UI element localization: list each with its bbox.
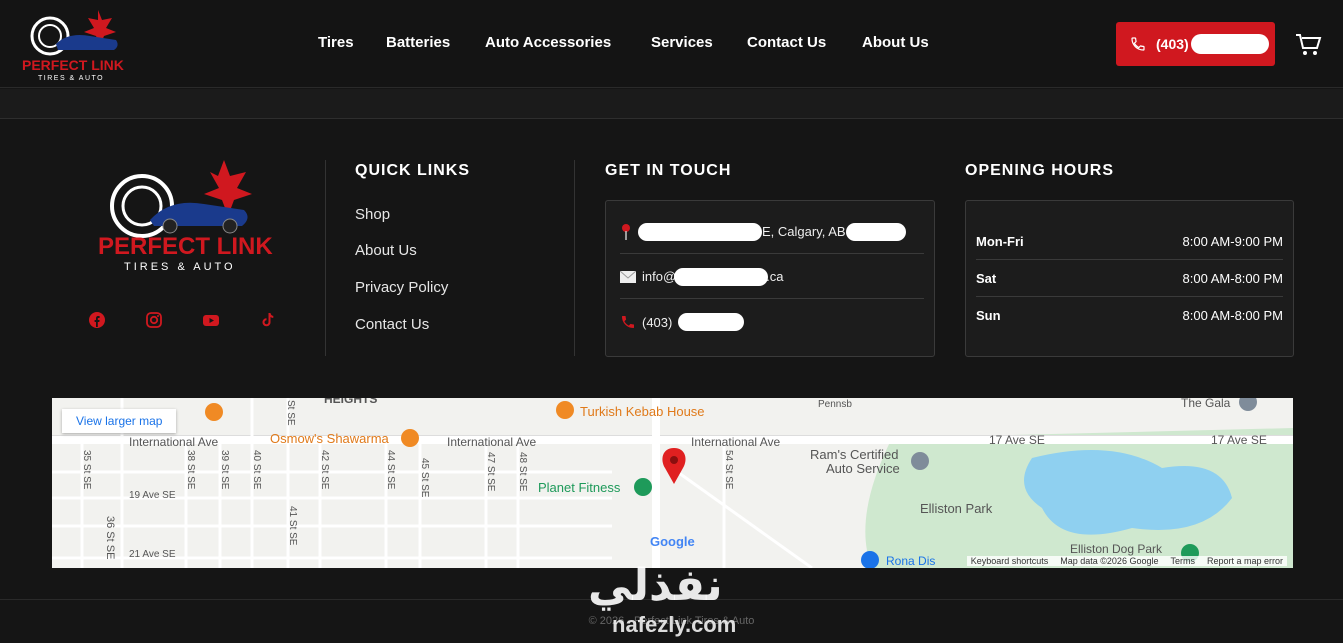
- quick-link-privacy-policy[interactable]: Privacy Policy: [355, 279, 448, 296]
- site-header: PERFECT LINK TIRES & AUTO Tires Batterie…: [0, 0, 1343, 88]
- site-footer: PERFECT LINK TIRES & AUTO QUICK LINKS Sh…: [0, 120, 1343, 600]
- footer-logo[interactable]: PERFECT LINK TIRES & AUTO: [92, 158, 277, 278]
- email-prefix: info@: [642, 269, 677, 284]
- street-label: 35 St SE: [81, 450, 92, 490]
- map-label: International Ave: [691, 435, 781, 449]
- street-label: 41 St SE: [287, 506, 298, 546]
- facebook-icon[interactable]: [88, 311, 106, 329]
- map-attribution: Keyboard shortcuts Map data ©2026 Google…: [966, 556, 1287, 566]
- contact-box: E, Calgary, AB info@ .ca (403): [605, 200, 935, 357]
- hours-day: Sun: [976, 307, 1001, 323]
- embedded-map[interactable]: View larger map HEIGHTS Turkish Kebab Ho…: [52, 398, 1293, 568]
- keyboard-shortcuts-link[interactable]: Keyboard shortcuts: [971, 556, 1049, 566]
- street-label: 38 St SE: [185, 450, 196, 490]
- view-larger-map-link[interactable]: View larger map: [62, 409, 177, 433]
- street-label: 42 St SE: [319, 450, 330, 490]
- map-label: Turkish Kebab House: [580, 404, 705, 419]
- hours-time: 8:00 AM-8:00 PM: [1182, 307, 1283, 323]
- header-strip: [0, 89, 1343, 119]
- street-label: 47 St SE: [485, 452, 496, 492]
- street-label: 39 St SE: [219, 450, 230, 490]
- map-label: International Ave: [447, 435, 537, 449]
- hours-row: Sun 8:00 AM-8:00 PM: [976, 297, 1283, 333]
- hours-row: Mon-Fri 8:00 AM-9:00 PM: [976, 224, 1283, 260]
- hours-row: Sat 8:00 AM-8:00 PM: [976, 261, 1283, 297]
- phone-row[interactable]: (403): [620, 300, 924, 344]
- get-in-touch-title: GET IN TOUCH: [605, 162, 732, 179]
- nav-tires[interactable]: Tires: [318, 34, 354, 51]
- redacted: [638, 222, 762, 241]
- nav-batteries[interactable]: Batteries: [386, 34, 450, 51]
- quick-link-contact-us[interactable]: Contact Us: [355, 316, 429, 333]
- nav-auto-accessories[interactable]: Auto Accessories: [485, 34, 611, 51]
- cart-icon[interactable]: [1294, 30, 1322, 58]
- phone-icon: [1131, 37, 1145, 51]
- map-label: Elliston Dog Park: [1070, 542, 1163, 556]
- map-label: 17 Ave SE: [1211, 433, 1267, 447]
- street-label: 40 St SE: [251, 450, 262, 490]
- phone-button[interactable]: (403): [1116, 22, 1275, 66]
- nav-services[interactable]: Services: [651, 34, 713, 51]
- terms-link[interactable]: Terms: [1170, 556, 1195, 566]
- google-logo: Google: [650, 534, 695, 549]
- redacted: [678, 313, 745, 331]
- map-data-text: Map data ©2026 Google: [1060, 556, 1159, 566]
- opening-hours-title: OPENING HOURS: [965, 162, 1115, 179]
- redacted: [674, 267, 769, 286]
- email-suffix: .ca: [766, 269, 784, 284]
- hours-day: Mon-Fri: [976, 234, 1024, 249]
- redacted: [845, 222, 906, 241]
- map-label: 17 Ave SE: [989, 433, 1045, 447]
- phone-icon: [622, 316, 634, 328]
- watermark: نفذلي: [588, 560, 723, 611]
- map-label: Pennsb: [818, 399, 852, 410]
- street-label: 48 St SE: [517, 452, 528, 492]
- map-label: Osmow's Shawarma: [270, 431, 389, 446]
- phone-number: (403): [1156, 36, 1189, 52]
- nav-about-us[interactable]: About Us: [862, 34, 929, 51]
- svg-text:TIRES & AUTO: TIRES & AUTO: [38, 75, 104, 82]
- map-label: The Gala: [1181, 398, 1231, 410]
- redacted: [1190, 34, 1269, 54]
- tiktok-icon[interactable]: [259, 311, 277, 329]
- logo[interactable]: PERFECT LINK TIRES & AUTO: [20, 8, 138, 82]
- map-label: HEIGHTS: [324, 398, 378, 406]
- divider: [574, 160, 575, 356]
- map-label: 21 Ave SE: [129, 549, 176, 560]
- phone-text: (403): [642, 314, 673, 330]
- envelope-icon: [620, 270, 636, 283]
- map-label: Elliston Park: [920, 501, 993, 516]
- hours-day: Sat: [976, 271, 997, 286]
- quick-link-shop[interactable]: Shop: [355, 206, 390, 223]
- quick-links-title: QUICK LINKS: [355, 162, 470, 179]
- address-row: E, Calgary, AB: [620, 210, 924, 254]
- divider: [325, 160, 326, 356]
- map-label: 36 St SE: [104, 516, 116, 560]
- street-label: St SE: [285, 400, 296, 426]
- hours-time: 8:00 AM-8:00 PM: [1182, 271, 1283, 286]
- watermark-latin: nafezly.com: [612, 612, 737, 637]
- svg-text:PERFECT LINK: PERFECT LINK: [22, 57, 124, 73]
- quick-link-about-us[interactable]: About Us: [355, 242, 417, 259]
- map-label: Rona Dis: [886, 554, 936, 568]
- map-label: 19 Ave SE: [129, 490, 176, 501]
- map-label: Ram's Certified: [810, 447, 899, 462]
- address-text: E, Calgary, AB: [762, 224, 846, 239]
- instagram-icon[interactable]: [145, 311, 163, 329]
- map-label: Planet Fitness: [538, 480, 621, 495]
- youtube-icon[interactable]: [202, 311, 220, 329]
- hours-time: 8:00 AM-9:00 PM: [1182, 234, 1283, 249]
- svg-text:TIRES & AUTO: TIRES & AUTO: [124, 261, 236, 273]
- svg-text:PERFECT LINK: PERFECT LINK: [98, 233, 273, 260]
- street-label: 54 St SE: [723, 450, 734, 490]
- map-label: Auto Service: [826, 461, 900, 476]
- nav-contact-us[interactable]: Contact Us: [747, 34, 826, 51]
- map-label: International Ave: [129, 435, 219, 449]
- street-label: 45 St SE: [419, 458, 430, 498]
- email-row[interactable]: info@ .ca: [620, 255, 924, 299]
- hours-box: Mon-Fri 8:00 AM-9:00 PM Sat 8:00 AM-8:00…: [965, 200, 1294, 357]
- report-error-link[interactable]: Report a map error: [1207, 556, 1283, 566]
- location-pin-icon: [622, 223, 630, 240]
- street-label: 44 St SE: [385, 450, 396, 490]
